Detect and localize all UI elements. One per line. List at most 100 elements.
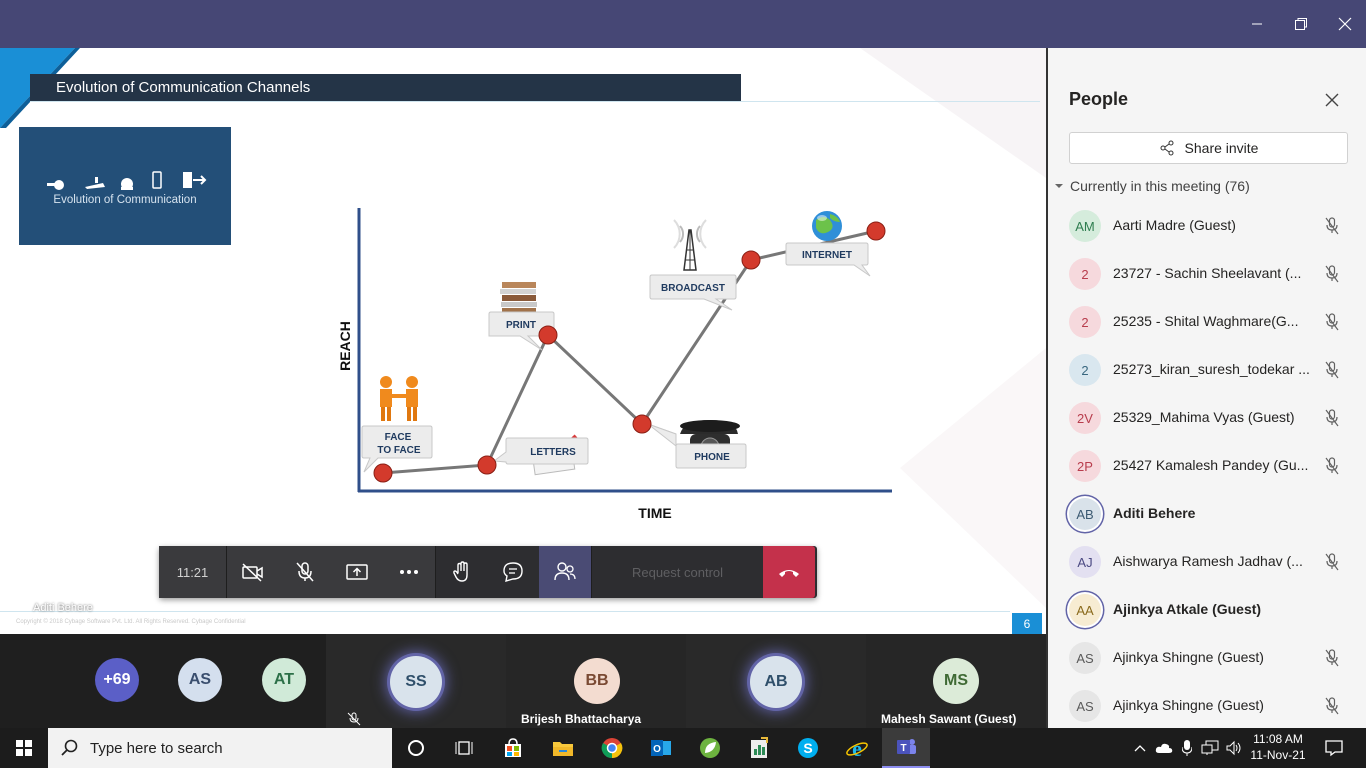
- participant-row[interactable]: 2 25235 - Shital Waghmare(G...: [1048, 300, 1366, 348]
- request-control-button[interactable]: Request control: [591, 546, 763, 598]
- globe-icon: [812, 211, 842, 241]
- minimize-button[interactable]: [1234, 0, 1280, 48]
- participant-strip: +69 AS AT SS BB Brijesh Bhattacharya AB …: [0, 634, 1046, 728]
- teams-button[interactable]: T: [882, 728, 930, 768]
- spring-tool-button[interactable]: [686, 728, 734, 768]
- mic-off-icon: [1322, 264, 1342, 284]
- onedrive-button[interactable]: [1152, 728, 1176, 768]
- store-button[interactable]: [489, 728, 537, 768]
- participant-row[interactable]: 2 25273_kiran_suresh_todekar ...: [1048, 348, 1366, 396]
- callout-letters: LETTERS: [492, 437, 589, 465]
- participant-tile[interactable]: SS: [326, 634, 506, 728]
- in-meeting-section-header[interactable]: Currently in this meeting (76): [1054, 178, 1250, 194]
- milestone-point-face-to-face: [373, 463, 393, 483]
- participant-avatar: BB: [574, 658, 620, 704]
- section-header-label: Currently in this meeting (76): [1070, 178, 1250, 194]
- milestone-label-print: PRINT: [506, 320, 536, 331]
- participant-name: Ajinkya Shingne (Guest): [1113, 697, 1264, 713]
- slide-thumbnail-image: Evolution of Communication: [19, 127, 231, 245]
- share-screen-button[interactable]: [331, 546, 383, 598]
- callout-internet: INTERNET: [785, 242, 871, 277]
- network-button[interactable]: [1198, 728, 1222, 768]
- milestone-label-broadcast: BROADCAST: [661, 283, 725, 294]
- milestone-label-phone: PHONE: [694, 452, 730, 463]
- share-tray-icon: [346, 564, 368, 580]
- participant-avatar: 2: [1069, 354, 1101, 386]
- taskbar-search-box[interactable]: Type here to search: [48, 728, 392, 768]
- participant-row[interactable]: AS Ajinkya Shingne (Guest): [1048, 636, 1366, 684]
- file-explorer-button[interactable]: [539, 728, 587, 768]
- svg-text:T: T: [900, 743, 906, 754]
- participant-row[interactable]: 2P 25427 Kamalesh Pandey (Gu...: [1048, 444, 1366, 492]
- internet-explorer-icon: e: [846, 737, 868, 759]
- hang-up-button[interactable]: [763, 546, 815, 598]
- start-button[interactable]: [0, 728, 48, 768]
- participant-row[interactable]: 2V 25329_Mahima Vyas (Guest): [1048, 396, 1366, 444]
- close-panel-button[interactable]: [1320, 88, 1344, 112]
- overflow-participants-badge[interactable]: +69: [95, 658, 139, 702]
- svg-text:e: e: [852, 737, 862, 759]
- participant-row[interactable]: AS Ajinkya Shingne (Guest): [1048, 684, 1366, 728]
- task-view-button[interactable]: [440, 728, 488, 768]
- participant-row[interactable]: AM Aarti Madre (Guest): [1048, 204, 1366, 252]
- hang-up-phone-icon: [779, 570, 799, 577]
- action-center-button[interactable]: [1316, 728, 1352, 768]
- camera-toggle-button[interactable]: [227, 546, 279, 598]
- participant-row[interactable]: 2 23727 - Sachin Sheelavant (...: [1048, 252, 1366, 300]
- microphone-tray-button[interactable]: [1176, 728, 1198, 768]
- participant-tile[interactable]: AB: [686, 634, 866, 728]
- participant-avatar: AA: [1069, 594, 1101, 626]
- milestone-label-face: FACE: [385, 432, 412, 443]
- mic-off-icon: [1322, 312, 1342, 332]
- clock-date: 11-Nov-21: [1250, 748, 1306, 762]
- participant-row[interactable]: AA Ajinkya Atkale (Guest): [1048, 588, 1366, 636]
- network-icon: [1201, 740, 1219, 755]
- participant-tile[interactable]: MS Mahesh Sawant (Guest): [866, 634, 1046, 728]
- y-axis-label: REACH: [337, 321, 353, 371]
- share-invite-button[interactable]: Share invite: [1069, 132, 1348, 164]
- chat-button[interactable]: [487, 546, 539, 598]
- outlook-button[interactable]: O: [637, 728, 685, 768]
- internet-explorer-button[interactable]: e: [833, 728, 881, 768]
- cortana-button[interactable]: [392, 728, 440, 768]
- slide-title: Evolution of Communication Channels: [56, 79, 311, 96]
- presenter-name-overlay: Aditi Behere: [33, 602, 93, 614]
- speaker-icon: [1226, 740, 1241, 756]
- mic-off-icon: [1322, 696, 1342, 716]
- skype-button[interactable]: S: [784, 728, 832, 768]
- participant-avatar-speaking: SS: [390, 656, 442, 708]
- close-icon: [1325, 93, 1339, 107]
- volume-button[interactable]: [1222, 728, 1246, 768]
- slide-footer-line: [0, 611, 1010, 612]
- close-window-button[interactable]: [1322, 0, 1366, 48]
- participant-avatar: 2P: [1069, 450, 1101, 482]
- participant-name: 25235 - Shital Waghmare(G...: [1113, 313, 1299, 329]
- participant-avatar: AS: [1069, 690, 1101, 722]
- maximize-button[interactable]: [1278, 0, 1324, 48]
- participant-row[interactable]: AB Aditi Behere: [1048, 492, 1366, 540]
- chrome-button[interactable]: [588, 728, 636, 768]
- participant-name: Brijesh Bhattacharya: [521, 712, 642, 726]
- mic-toggle-button[interactable]: [279, 546, 331, 598]
- mic-off-icon: [1322, 360, 1342, 380]
- teams-icon: T: [897, 739, 916, 754]
- folder-icon: [553, 742, 573, 756]
- participant-avatar[interactable]: AT: [262, 658, 306, 702]
- participants-button[interactable]: [539, 546, 591, 598]
- chevron-up-icon: [1134, 745, 1146, 752]
- callout-face-to-face: FACE TO FACE: [361, 425, 433, 473]
- participant-avatar[interactable]: AS: [178, 658, 222, 702]
- slide-copyright: Copyright © 2018 Cybage Software Pvt. Lt…: [16, 619, 246, 625]
- slide-page-number: 6: [1012, 613, 1042, 634]
- participant-tile[interactable]: BB Brijesh Bhattacharya: [506, 634, 686, 728]
- raise-hand-button[interactable]: [435, 546, 487, 598]
- more-actions-button[interactable]: [383, 546, 435, 598]
- spring-leaf-icon: [700, 738, 720, 758]
- participant-row[interactable]: AJ Aishwarya Ramesh Jadhav (...: [1048, 540, 1366, 588]
- communication-icons: [47, 171, 207, 190]
- evolution-line: [382, 229, 877, 475]
- show-hidden-icons-button[interactable]: [1128, 728, 1152, 768]
- taskbar-clock[interactable]: 11:08 AM 11-Nov-21: [1248, 731, 1308, 763]
- spreadsheet-app-button[interactable]: [735, 728, 783, 768]
- shared-screen: Evolution of Communication Channels Evol…: [0, 48, 1046, 634]
